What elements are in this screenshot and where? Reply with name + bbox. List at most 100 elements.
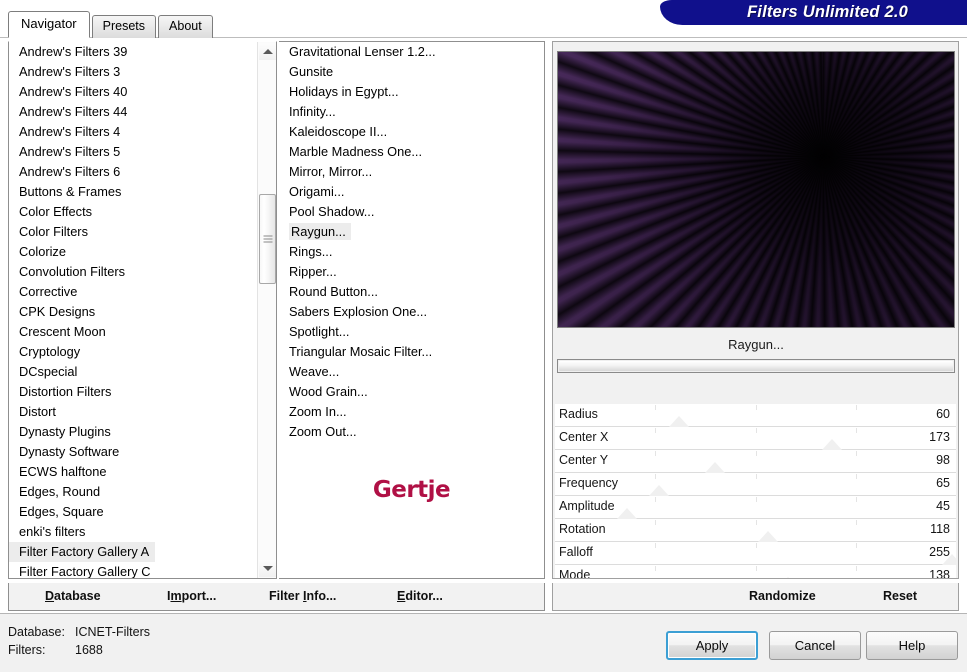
list-item-label: Round Button... (289, 284, 378, 299)
slider-thumb[interactable] (669, 416, 690, 427)
list-item[interactable]: Filter Factory Gallery C (9, 562, 257, 578)
preview-filter-name: Raygun... (728, 337, 784, 352)
list-item[interactable]: Andrew's Filters 6 (9, 162, 257, 182)
scrollbar-thumb[interactable] (559, 361, 953, 371)
list-item[interactable]: Round Button... (279, 282, 544, 302)
list-item-label: Zoom In... (289, 404, 347, 419)
tab-presets[interactable]: Presets (91, 15, 157, 38)
list-item[interactable]: Zoom In... (279, 402, 544, 422)
list-item[interactable]: Andrew's Filters 4 (9, 122, 257, 142)
list-item[interactable]: Andrew's Filters 5 (9, 142, 257, 162)
list-item[interactable]: Corrective (9, 282, 257, 302)
list-item[interactable]: Distort (9, 402, 257, 422)
list-item-label: Sabers Explosion One... (289, 304, 427, 319)
slider-thumb[interactable] (777, 577, 798, 578)
slider-thumb[interactable] (705, 462, 726, 473)
list-item[interactable]: Wood Grain... (279, 382, 544, 402)
import-button[interactable]: Import... (167, 583, 216, 611)
database-value: ICNET-Filters (75, 625, 150, 639)
list-item-label: Origami... (289, 184, 345, 199)
list-item[interactable]: Holidays in Egypt... (279, 82, 544, 102)
list-item[interactable]: Origami... (279, 182, 544, 202)
list-item-label: Mirror, Mirror... (289, 164, 373, 179)
list-item[interactable]: Dynasty Plugins (9, 422, 257, 442)
slider-thumb[interactable] (821, 439, 842, 450)
list-item[interactable]: Distortion Filters (9, 382, 257, 402)
editor-button[interactable]: Editor... (397, 583, 443, 611)
list-item[interactable]: Convolution Filters (9, 262, 257, 282)
apply-button[interactable]: Apply (666, 631, 758, 660)
list-item[interactable]: Triangular Mosaic Filter... (279, 342, 544, 362)
list-item[interactable]: Andrew's Filters 44 (9, 102, 257, 122)
category-list-scrollbar[interactable] (257, 42, 276, 578)
list-item[interactable]: CPK Designs (9, 302, 257, 322)
list-item[interactable]: Gunsite (279, 62, 544, 82)
parameter-list: Radius 60 Center X 173 Center Y 98 Frequ… (555, 404, 958, 579)
list-item[interactable]: Pool Shadow... (279, 202, 544, 222)
list-item[interactable]: Colorize (9, 242, 257, 262)
parameter-row[interactable]: Center X 173 (555, 427, 956, 450)
slider-thumb[interactable] (617, 508, 638, 519)
slider-thumb[interactable] (649, 485, 670, 496)
list-item[interactable]: Color Filters (9, 222, 257, 242)
list-item[interactable]: Rings... (279, 242, 544, 262)
parameter-row[interactable]: Frequency 65 (555, 473, 956, 496)
filter-info-button[interactable]: Filter Info... (269, 583, 336, 611)
list-item[interactable]: Infinity... (279, 102, 544, 122)
randomize-button[interactable]: Randomize (749, 583, 816, 611)
list-item[interactable]: Sabers Explosion One... (279, 302, 544, 322)
list-item[interactable]: ECWS halftone (9, 462, 257, 482)
list-item[interactable]: Gravitational Lenser 1.2... (279, 42, 544, 62)
filter-list[interactable]: Gravitational Lenser 1.2... Gunsite Holi… (279, 42, 544, 442)
tick-mark (655, 543, 657, 548)
reset-button[interactable]: Reset (883, 583, 917, 611)
parameter-row[interactable]: Radius 60 (555, 404, 956, 427)
parameter-label: Center Y (559, 453, 609, 467)
tab-about[interactable]: About (158, 15, 213, 38)
list-item-selected[interactable]: Raygun... (279, 222, 544, 242)
list-item[interactable]: Color Effects (9, 202, 257, 222)
slider-thumb[interactable] (757, 531, 778, 542)
scrollbar-thumb[interactable] (259, 194, 276, 284)
list-item-label: Infinity... (289, 104, 336, 119)
list-item[interactable]: Zoom Out... (279, 422, 544, 442)
parameter-row[interactable]: Mode 138 (555, 565, 956, 579)
parameter-row[interactable]: Amplitude 45 (555, 496, 956, 519)
list-item[interactable]: Mirror, Mirror... (279, 162, 544, 182)
list-item[interactable]: DCspecial (9, 362, 257, 382)
parameter-row[interactable]: Center Y 98 (555, 450, 956, 473)
database-button[interactable]: Database (45, 583, 101, 611)
watermark: Gertje (372, 477, 451, 503)
list-item[interactable]: Weave... (279, 362, 544, 382)
list-item[interactable]: Buttons & Frames (9, 182, 257, 202)
filter-preview-image[interactable] (557, 51, 955, 328)
list-item[interactable]: Andrew's Filters 39 (9, 42, 257, 62)
parameter-label: Mode (559, 568, 591, 579)
scroll-up-button[interactable] (259, 43, 276, 60)
preview-horizontal-scrollbar[interactable] (557, 359, 955, 373)
list-item-label: Triangular Mosaic Filter... (289, 344, 433, 359)
scroll-down-button[interactable] (259, 560, 276, 577)
help-button[interactable]: Help (866, 631, 958, 660)
list-item[interactable]: Ripper... (279, 262, 544, 282)
list-item[interactable]: enki's filters (9, 522, 257, 542)
list-item[interactable]: Edges, Square (9, 502, 257, 522)
cancel-button[interactable]: Cancel (769, 631, 861, 660)
parameter-row[interactable]: Falloff 255 (555, 542, 958, 565)
list-item-selected[interactable]: Filter Factory Gallery A (9, 542, 156, 562)
list-item[interactable]: Spotlight... (279, 322, 544, 342)
list-item[interactable]: Andrew's Filters 3 (9, 62, 257, 82)
list-item[interactable]: Dynasty Software (9, 442, 257, 462)
parameter-row[interactable]: Rotation 118 (555, 519, 956, 542)
list-item[interactable]: Andrew's Filters 40 (9, 82, 257, 102)
list-item[interactable]: Kaleidoscope II... (279, 122, 544, 142)
list-item[interactable]: Cryptology (9, 342, 257, 362)
category-list[interactable]: Andrew's Filters 39 Andrew's Filters 3 A… (9, 42, 257, 578)
list-item[interactable]: Crescent Moon (9, 322, 257, 342)
list-item[interactable]: Edges, Round (9, 482, 257, 502)
slider-thumb[interactable] (941, 554, 958, 565)
tab-navigator[interactable]: Navigator (8, 11, 90, 38)
parameter-label: Amplitude (559, 499, 615, 513)
list-item[interactable]: Marble Madness One... (279, 142, 544, 162)
list-item-label: Gravitational Lenser 1.2... (289, 44, 436, 59)
